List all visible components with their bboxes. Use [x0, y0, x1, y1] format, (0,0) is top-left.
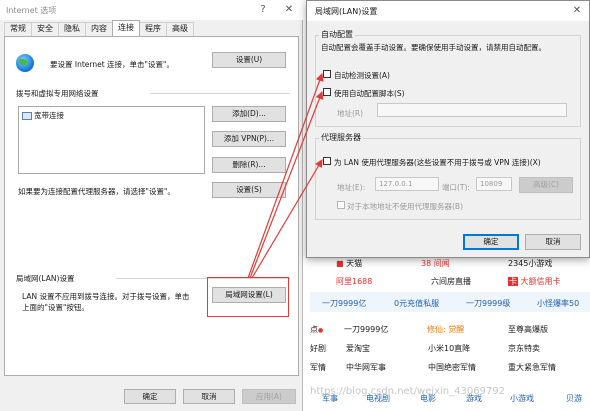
connections-list[interactable]: 宽带连接 [18, 106, 205, 174]
help-button[interactable]: ? [256, 3, 270, 17]
apply-button[interactable]: 应用(A) [242, 389, 296, 404]
auto-config-title: 自动配置 [319, 29, 355, 40]
add-button[interactable]: 添加(D)... [212, 106, 286, 122]
globe-icon [16, 54, 34, 72]
watermark: https://blog.csdn.net/weixin_43069792 [310, 386, 506, 397]
web-link[interactable]: ■ 天猫 [336, 258, 362, 269]
web-nav-link[interactable]: 小游戏 [510, 393, 534, 404]
auto-script-label[interactable]: 使用自动配置脚本(S) [334, 88, 405, 99]
web-link[interactable]: 一刀9999亿 [344, 324, 388, 335]
divider [150, 93, 290, 94]
web-link[interactable]: 阿里1688 [336, 276, 372, 287]
internet-options-dialog: Internet 选项 ? ✕ 常规 安全 隐私 内容 连接 程序 高级 要设置… [0, 0, 303, 411]
title-bar[interactable]: Internet 选项 ? ✕ [0, 0, 303, 20]
web-link[interactable]: 好剧 [310, 343, 326, 354]
use-proxy-label[interactable]: 为 LAN 使用代理服务器(这些设置不用于拨号或 VPN 连接)(X) [334, 157, 541, 168]
web-link[interactable]: 小米10直降 [428, 343, 470, 354]
script-address-label: 地址(R) [337, 109, 364, 118]
close-button[interactable]: ✕ [570, 4, 584, 18]
lan-description: 上面的"设置"按钮。 [22, 303, 89, 312]
add-vpn-button[interactable]: 添加 VPN(P)... [212, 131, 286, 147]
connection-icon [22, 111, 32, 120]
auto-config-description: 自动配置会覆盖手动设置。要确保使用手动设置，请禁用自动配置。 [321, 43, 546, 52]
tab-advanced[interactable]: 高级 [166, 22, 194, 36]
web-link[interactable]: 0元充值私服 [394, 298, 439, 309]
list-item-label: 宽带连接 [34, 111, 64, 120]
dialog-title: Internet 选项 [6, 6, 57, 15]
script-address-input[interactable] [377, 103, 567, 117]
web-link[interactable]: 军情 [310, 362, 326, 373]
proxy-server-title: 代理服务器 [319, 132, 363, 143]
web-link[interactable]: 中国绝密军情 [428, 362, 476, 373]
web-link[interactable]: 修仙: 觉醒 [427, 324, 464, 335]
setup-button[interactable]: 设置(U) [212, 52, 286, 68]
web-link[interactable]: 2345小游戏 [508, 258, 552, 269]
web-link[interactable]: 卡 大额信用卡 [508, 276, 561, 287]
lan-settings-dialog: 局域网(LAN)设置 ✕ 自动配置 自动配置会覆盖手动设置。要确保使用手动设置，… [306, 0, 590, 258]
tab-bar: 常规 安全 隐私 内容 连接 程序 高级 [4, 20, 194, 36]
web-nav-link[interactable]: 贝游 [566, 393, 582, 404]
dialog-title: 局域网(LAN)设置 [315, 7, 378, 16]
web-link[interactable]: 六间房直播 [431, 276, 471, 287]
proxy-address-label: 地址(E): [337, 183, 366, 192]
vpn-section-title: 拨号和虚拟专用网络设置 [16, 89, 99, 98]
web-link[interactable]: 重大紧急军情 [508, 362, 556, 373]
web-link[interactable]: 爱淘宝 [346, 343, 370, 354]
tab-privacy[interactable]: 隐私 [58, 22, 86, 36]
lan-settings-button[interactable]: 局域网设置(L) [212, 287, 286, 303]
title-bar[interactable]: 局域网(LAN)设置 ✕ [307, 1, 589, 21]
connections-panel [4, 36, 299, 376]
auto-script-checkbox[interactable] [323, 88, 331, 96]
lan-description: LAN 设置不应用到拨号连接。对于拨号设置，单击 [22, 292, 190, 301]
tab-programs[interactable]: 程序 [139, 22, 167, 36]
list-item[interactable]: 宽带连接 [22, 110, 64, 121]
setup-description: 要设置 Internet 连接，单击"设置"。 [50, 60, 174, 69]
auto-detect-checkbox[interactable] [323, 70, 331, 78]
proxy-address-input[interactable]: 127.0.0.1 [375, 177, 439, 191]
tab-content[interactable]: 内容 [85, 22, 113, 36]
web-link[interactable]: 38 间闻 [421, 258, 450, 269]
web-link[interactable]: 至尊高爆版 [508, 324, 548, 335]
lan-section-title: 局域网(LAN)设置 [16, 274, 75, 283]
ok-button[interactable]: 确定 [124, 389, 176, 404]
tab-general[interactable]: 常规 [4, 22, 32, 36]
web-link[interactable]: 点● [310, 324, 323, 335]
settings-button[interactable]: 设置(S) [212, 182, 286, 198]
close-button[interactable]: ✕ [282, 3, 296, 17]
web-link[interactable]: 京东特卖 [508, 343, 540, 354]
proxy-hint-text: 如果要为连接配置代理服务器，请选择"设置"。 [18, 187, 175, 196]
cancel-button[interactable]: 取消 [525, 234, 581, 250]
ok-button[interactable]: 确定 [463, 234, 519, 250]
auto-detect-label[interactable]: 自动检测设置(A) [334, 70, 390, 81]
remove-button[interactable]: 删除(R)... [212, 157, 286, 173]
tab-security[interactable]: 安全 [31, 22, 59, 36]
web-link[interactable]: 一刀9999亿 [322, 298, 366, 309]
advanced-button[interactable]: 高级(C) [519, 177, 573, 193]
cancel-button[interactable]: 取消 [183, 389, 235, 404]
port-input[interactable]: 10809 [476, 177, 512, 191]
web-link[interactable]: 小怪爆率50 [537, 298, 579, 309]
web-link[interactable]: 中华网军事 [346, 362, 386, 373]
port-label: 端口(T): [442, 183, 470, 192]
bypass-local-checkbox[interactable] [337, 201, 345, 209]
use-proxy-checkbox[interactable] [323, 157, 331, 165]
web-link[interactable]: 一刀9999级 [466, 298, 510, 309]
bypass-local-label[interactable]: 对于本地地址不使用代理服务器(B) [347, 201, 463, 212]
tab-connections[interactable]: 连接 [112, 20, 140, 36]
